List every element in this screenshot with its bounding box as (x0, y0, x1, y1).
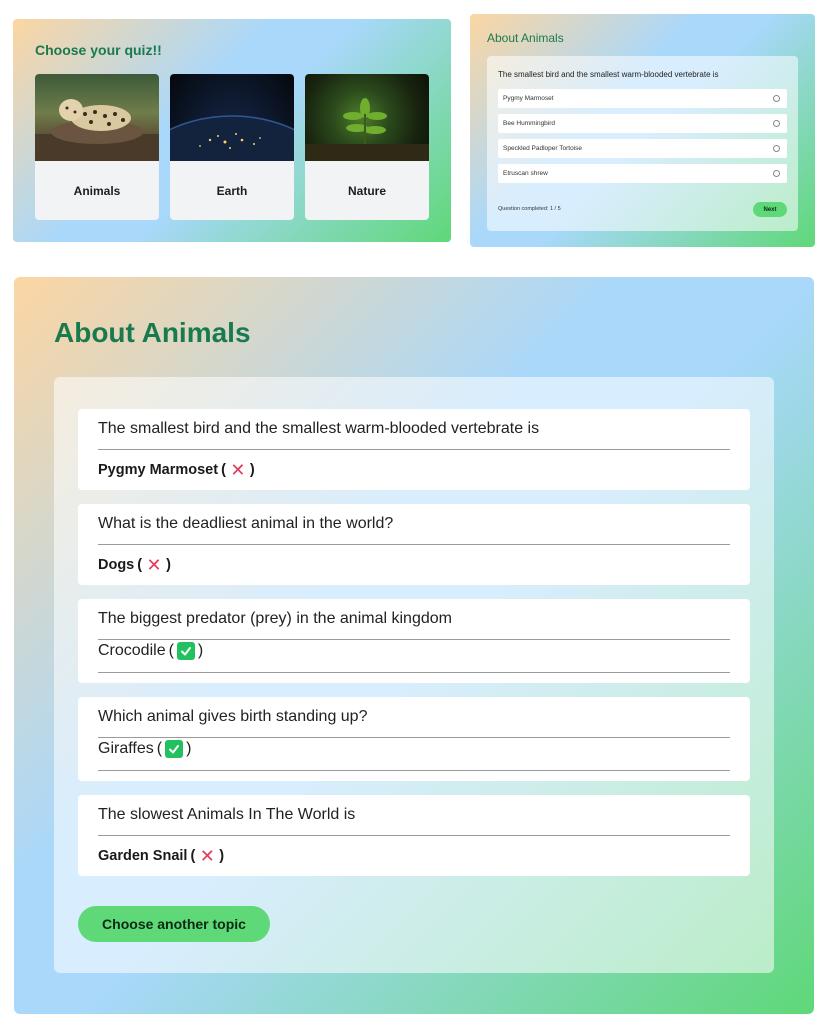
option-label: Speckled Padloper Tortoise (503, 145, 583, 152)
result-item: The slowest Animals In The World is Gard… (78, 795, 750, 876)
option-label: Pygmy Marmoset (503, 95, 554, 102)
result-question: The slowest Animals In The World is (98, 806, 356, 823)
check-mark-icon (165, 740, 184, 758)
result-answer: Giraffes () (98, 740, 191, 758)
radio-icon[interactable] (773, 120, 780, 127)
divider (98, 672, 730, 673)
results-title: About Animals (54, 317, 251, 348)
leopard-image (35, 99, 159, 161)
option-label: Etruscan shrew (503, 170, 548, 177)
cross-mark-icon: ✕ (199, 846, 215, 866)
answer-option[interactable]: Pygmy Marmoset (498, 89, 787, 108)
divider (98, 544, 730, 545)
animals-image (35, 74, 159, 161)
plant-image (305, 98, 429, 161)
choose-another-topic-button[interactable]: Choose another topic (78, 906, 270, 942)
answer-option[interactable]: Speckled Padloper Tortoise (498, 139, 787, 158)
result-question: The smallest bird and the smallest warm-… (98, 420, 540, 437)
check-mark-icon (176, 642, 195, 660)
radio-icon[interactable] (773, 170, 780, 177)
paren-open: ( (156, 740, 163, 757)
answer-text: Giraffes (98, 740, 154, 757)
earth-image (170, 74, 294, 161)
divider (98, 737, 730, 738)
paren-close: ) (219, 848, 225, 864)
result-question: The biggest predator (prey) in the anima… (98, 610, 452, 627)
paren-close: ) (166, 557, 171, 573)
answer-text: Garden Snail (98, 848, 188, 864)
results-panel: About Animals The smallest bird and the … (14, 277, 814, 1014)
quiz-card-nature[interactable]: Nature (305, 74, 429, 220)
earth-night-image (170, 115, 294, 161)
answer-text: Pygmy Marmoset (98, 462, 219, 478)
quiz-preview-panel: About Animals The smallest bird and the … (470, 14, 815, 247)
result-answer: Crocodile () (98, 642, 203, 660)
paren-open: ( (221, 462, 226, 478)
result-question: Which animal gives birth standing up? (98, 708, 368, 725)
radio-icon[interactable] (773, 95, 780, 102)
card-label: Animals (73, 183, 121, 198)
option-label: Bee Hummingbird (503, 120, 556, 127)
paren-open: ( (168, 642, 174, 659)
choose-quiz-panel: Choose your quiz!! Animals Earth Nature (13, 19, 451, 242)
quiz-title: About Animals (487, 31, 564, 45)
divider (98, 835, 730, 836)
divider (98, 770, 730, 771)
result-answer: Pygmy Marmoset (✕) (98, 461, 255, 479)
result-item: Which animal gives birth standing up? Gi… (78, 697, 750, 781)
result-question: What is the deadliest animal in the worl… (98, 515, 394, 532)
result-item: The biggest predator (prey) in the anima… (78, 599, 750, 683)
result-item: The smallest bird and the smallest warm-… (78, 409, 750, 490)
quiz-card: The smallest bird and the smallest warm-… (487, 56, 798, 231)
quiz-card-animals[interactable]: Animals (35, 74, 159, 220)
paren-close: ) (249, 462, 255, 478)
divider (98, 639, 730, 640)
divider (98, 449, 730, 450)
results-card: The smallest bird and the smallest warm-… (54, 377, 774, 973)
result-item: What is the deadliest animal in the worl… (78, 504, 750, 585)
paren-open: ( (137, 557, 143, 573)
result-answer: Garden Snail (✕) (98, 847, 224, 865)
cross-mark-icon: ✕ (146, 555, 162, 575)
card-label: Earth (216, 183, 248, 198)
answer-text: Dogs (98, 557, 135, 573)
choose-quiz-title: Choose your quiz!! (35, 42, 162, 58)
answer-option[interactable]: Etruscan shrew (498, 164, 787, 183)
question-progress: Question completed: 1 / 5 (498, 206, 561, 212)
paren-close: ) (197, 642, 204, 659)
card-label: Nature (347, 183, 386, 198)
quiz-card-earth[interactable]: Earth (170, 74, 294, 220)
paren-close: ) (186, 740, 192, 757)
radio-icon[interactable] (773, 145, 780, 152)
paren-open: ( (190, 848, 196, 864)
result-answer: Dogs (✕) (98, 556, 171, 574)
answer-text: Crocodile (98, 642, 166, 659)
answer-option[interactable]: Bee Hummingbird (498, 114, 787, 133)
nature-image (305, 74, 429, 161)
quiz-question: The smallest bird and the smallest warm-… (498, 70, 719, 79)
cross-mark-icon: ✕ (230, 460, 246, 480)
next-button[interactable]: Next (753, 202, 787, 217)
